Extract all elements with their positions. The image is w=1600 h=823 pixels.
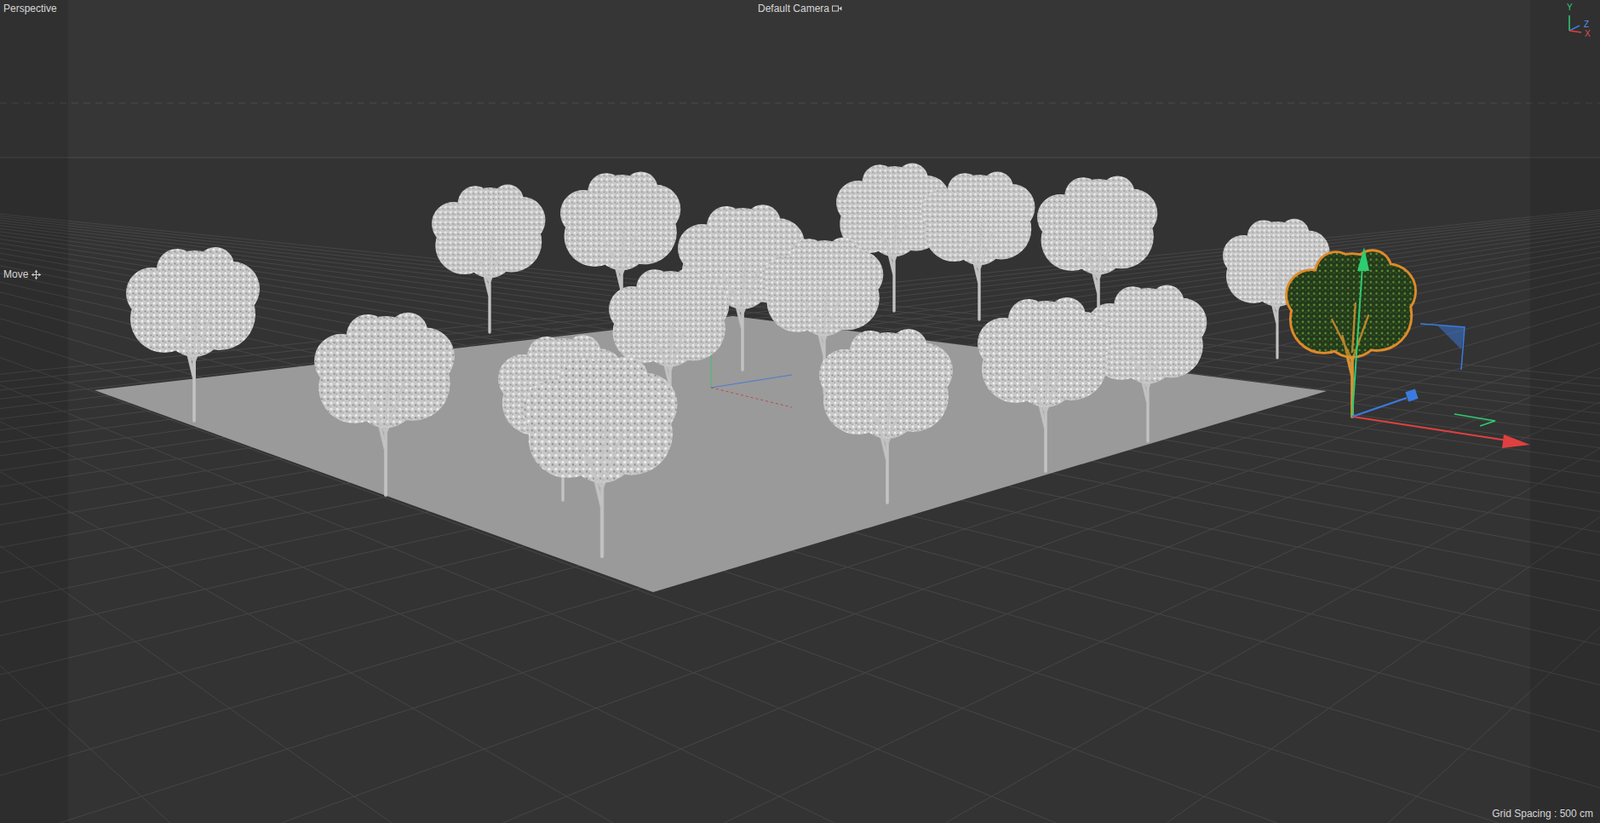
grid-spacing: Grid Spacing : 500 cm xyxy=(1491,807,1594,820)
grid-line xyxy=(0,157,1600,823)
grid-line xyxy=(0,157,1600,823)
tree[interactable] xyxy=(523,355,678,557)
grid-line xyxy=(0,157,1600,823)
plane-handle[interactable] xyxy=(1454,413,1496,426)
horizon-line xyxy=(0,157,1600,159)
plane-handle[interactable] xyxy=(1420,323,1465,370)
grid-line xyxy=(0,157,1600,823)
z-axis-handle[interactable] xyxy=(1352,397,1407,417)
camera-menu[interactable]: Default Camera xyxy=(757,2,843,15)
grid-line xyxy=(0,157,1600,823)
move-gizmo[interactable] xyxy=(1352,246,1531,448)
grid-line xyxy=(0,157,1600,823)
grid-line xyxy=(0,157,1600,823)
tree[interactable] xyxy=(431,184,545,333)
tree[interactable] xyxy=(1287,251,1415,417)
safe-frame-left xyxy=(0,0,69,823)
tree[interactable] xyxy=(314,312,455,495)
grid-line xyxy=(0,157,1600,823)
grid-line xyxy=(0,157,1600,823)
move-icon xyxy=(31,269,41,280)
grid-line xyxy=(0,157,1600,823)
grid-line xyxy=(945,157,1600,823)
view-menu[interactable]: Perspective xyxy=(3,2,58,15)
axis-x-label: X xyxy=(1584,29,1591,39)
grid-line xyxy=(0,157,1600,823)
active-tool: Move xyxy=(3,268,41,281)
grid xyxy=(0,157,1600,823)
grid-line xyxy=(0,157,1600,823)
grid-line xyxy=(59,157,1600,823)
tree[interactable] xyxy=(921,172,1035,320)
camera-name[interactable]: Default Camera xyxy=(757,2,830,15)
grid-line xyxy=(0,157,1499,823)
safe-frame-right xyxy=(1530,0,1600,823)
grid-line xyxy=(0,157,1600,823)
grid-line xyxy=(0,157,1600,823)
tree[interactable] xyxy=(977,297,1112,471)
grid-line xyxy=(0,157,1600,823)
grid-line xyxy=(0,157,1600,823)
grid-line xyxy=(0,157,1600,823)
grid-line xyxy=(0,157,1600,823)
x-arrow-icon[interactable] xyxy=(1502,434,1531,448)
tree[interactable] xyxy=(819,328,953,503)
axis-y-label: Y xyxy=(1566,3,1573,12)
grid-line xyxy=(0,157,1600,823)
grid-line xyxy=(0,157,1600,823)
z-cube-icon[interactable] xyxy=(1405,388,1418,402)
grid-line xyxy=(0,157,1600,823)
y-axis-handle[interactable] xyxy=(1352,265,1363,417)
grid-line xyxy=(0,157,1600,823)
grid-line xyxy=(0,157,1600,823)
grid-line xyxy=(0,157,1600,823)
grid-line xyxy=(0,157,1600,823)
tree[interactable] xyxy=(126,246,260,421)
grid-line xyxy=(0,157,1600,823)
viewport[interactable]: Perspective Default Camera Move Grid Spacin… xyxy=(0,0,1600,823)
grid-line xyxy=(0,157,1600,823)
axis-widget: Y ZX xyxy=(1560,3,1595,40)
horizon-guide xyxy=(0,103,1600,104)
axis-z-label: Z xyxy=(1583,20,1589,29)
camera-icon[interactable] xyxy=(831,4,843,13)
sky xyxy=(0,0,1600,158)
scene-canvas[interactable] xyxy=(0,0,1600,823)
grid-line xyxy=(0,157,1600,823)
x-axis-handle[interactable] xyxy=(1352,416,1508,441)
grid-line xyxy=(0,157,1600,823)
grid-line xyxy=(0,157,1600,823)
grid-line xyxy=(0,157,1600,823)
y-arrow-icon[interactable] xyxy=(1357,246,1370,271)
grid-line xyxy=(0,157,1600,823)
grid-line xyxy=(0,157,1600,823)
